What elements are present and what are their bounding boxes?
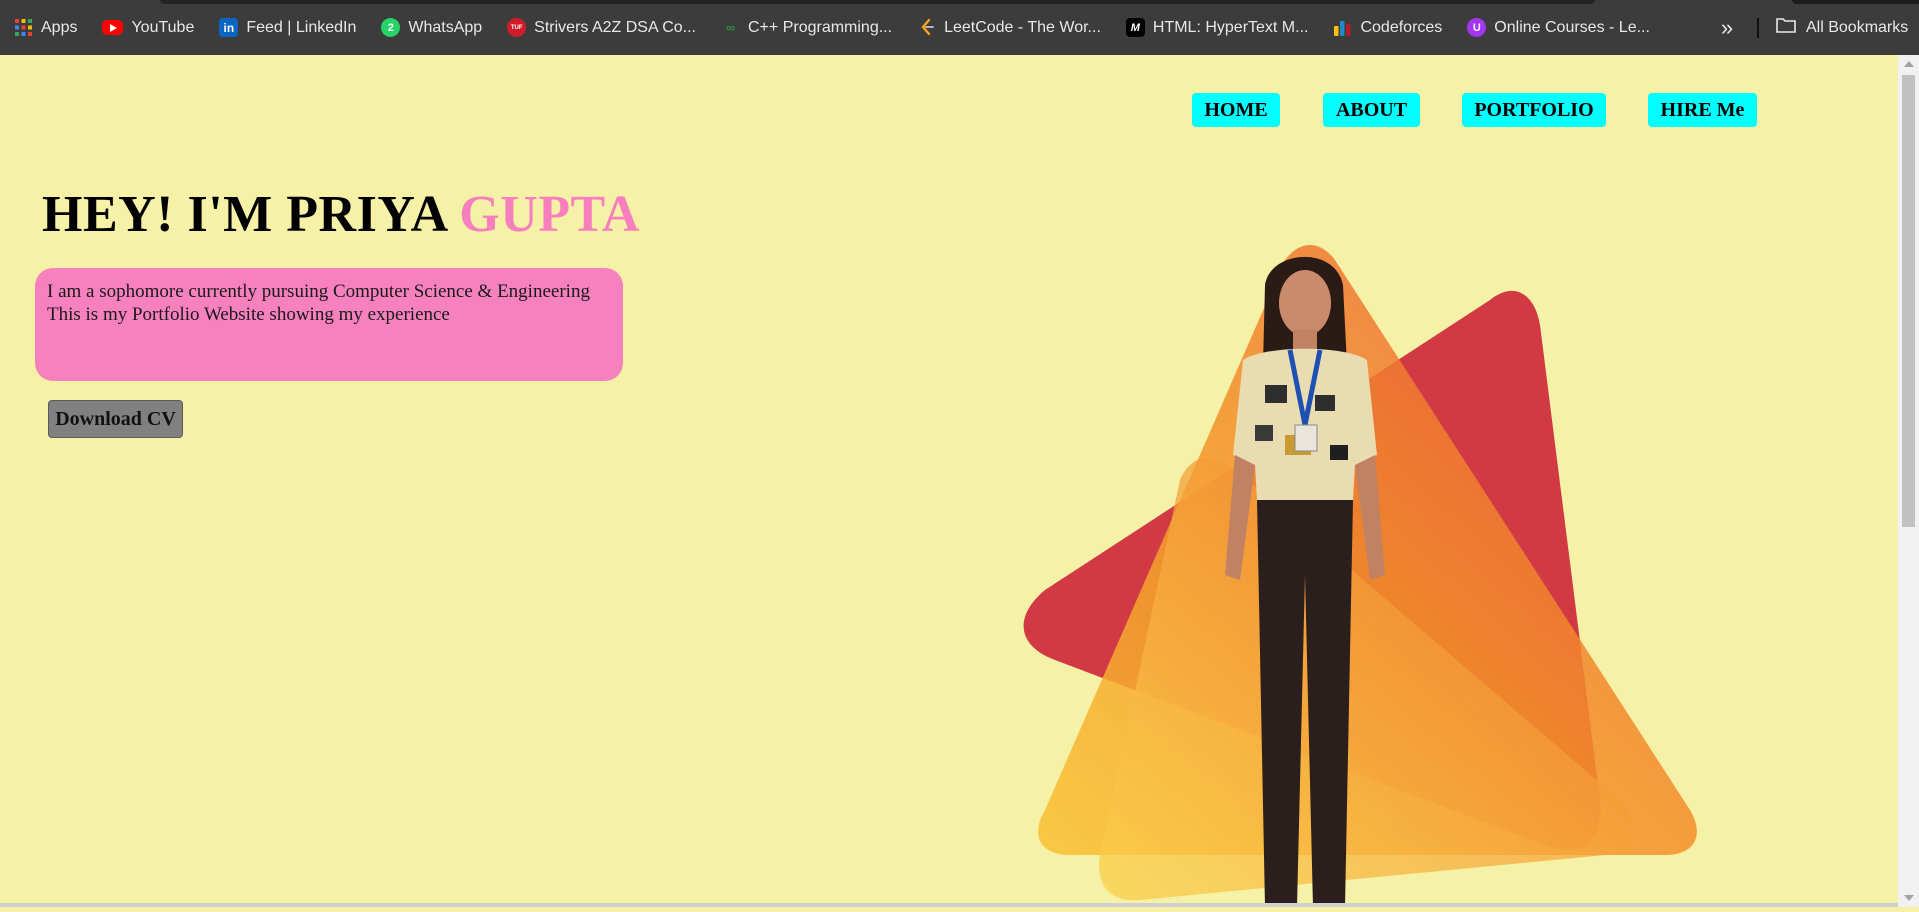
- horizontal-scrollbar[interactable]: [0, 903, 1898, 907]
- bookmark-label: Apps: [41, 18, 78, 36]
- all-bookmarks-label: All Bookmarks: [1806, 18, 1909, 36]
- bookmark-list: Apps YouTube in Feed | LinkedIn 2 WhatsA…: [14, 0, 1675, 55]
- bookmark-label: C++ Programming...: [748, 18, 893, 36]
- bookmark-whatsapp[interactable]: 2 WhatsApp: [381, 18, 482, 37]
- hero-artwork: [1000, 240, 1720, 912]
- scrollbar-thumb[interactable]: [1902, 75, 1915, 527]
- portrait-image: [1225, 256, 1385, 907]
- nav-about-button[interactable]: ABOUT: [1323, 93, 1420, 127]
- more-bookmarks-chevron-icon[interactable]: »: [1714, 0, 1740, 55]
- nav-hire-button[interactable]: HIRE Me: [1648, 93, 1757, 127]
- geeksforgeeks-icon: ∞: [725, 20, 736, 35]
- bookmarks-separator: [1757, 18, 1759, 38]
- bookmark-label: WhatsApp: [408, 18, 483, 36]
- bookmark-label: Online Courses - Le...: [1494, 18, 1650, 36]
- codeforces-icon: [1333, 18, 1352, 37]
- linkedin-icon: in: [219, 18, 239, 37]
- bookmark-strivers[interactable]: TUF Strivers A2Z DSA Co...: [507, 18, 696, 37]
- scroll-up-arrow-icon[interactable]: [1904, 61, 1914, 67]
- intro-card: I am a sophomore currently pursuing Comp…: [35, 268, 623, 381]
- bookmark-label: Strivers A2Z DSA Co...: [534, 18, 696, 36]
- takeuforward-icon: TUF: [507, 18, 527, 37]
- hero-title: HEY! I'M PRIYA GUPTA: [42, 185, 640, 244]
- youtube-icon: [102, 20, 124, 35]
- bookmarks-bar: Apps YouTube in Feed | LinkedIn 2 WhatsA…: [0, 0, 1919, 55]
- bookmark-label: Feed | LinkedIn: [246, 18, 357, 36]
- bookmark-cpp[interactable]: ∞ C++ Programming...: [721, 18, 892, 37]
- scroll-down-arrow-icon[interactable]: [1904, 895, 1914, 901]
- bookmark-udemy[interactable]: U Online Courses - Le...: [1467, 18, 1650, 37]
- bookmark-leetcode[interactable]: LeetCode - The Wor...: [917, 18, 1101, 37]
- folder-icon: [1776, 17, 1796, 38]
- intro-line-2: This is my Portfolio Website showing my …: [47, 304, 450, 325]
- bookmark-apps[interactable]: Apps: [14, 18, 77, 37]
- bookmark-label: YouTube: [131, 18, 195, 36]
- bookmark-label: HTML: HyperText M...: [1152, 18, 1309, 36]
- download-cv-button[interactable]: Download CV: [48, 400, 183, 438]
- bookmark-mdn[interactable]: M HTML: HyperText M...: [1125, 18, 1309, 37]
- hero-title-main: HEY! I'M PRIYA: [42, 186, 460, 243]
- all-bookmarks-button[interactable]: All Bookmarks: [1776, 0, 1908, 55]
- vertical-scrollbar[interactable]: [1898, 55, 1919, 907]
- udemy-icon: U: [1467, 18, 1487, 37]
- whatsapp-icon: 2: [381, 18, 401, 37]
- leetcode-icon: [917, 18, 936, 37]
- bookmark-linkedin[interactable]: in Feed | LinkedIn: [219, 18, 356, 37]
- bookmark-codeforces[interactable]: Codeforces: [1333, 18, 1442, 37]
- hero-title-accent: GUPTA: [459, 186, 640, 243]
- bookmark-youtube[interactable]: YouTube: [102, 19, 194, 37]
- mdn-icon: M: [1125, 18, 1145, 37]
- nav-portfolio-button[interactable]: PORTFOLIO: [1462, 93, 1606, 127]
- bookmark-label: LeetCode - The Wor...: [944, 18, 1101, 36]
- intro-line-1: I am a sophomore currently pursuing Comp…: [47, 281, 590, 302]
- nav-home-button[interactable]: HOME: [1192, 93, 1280, 127]
- apps-grid-icon: [14, 18, 33, 37]
- bookmark-label: Codeforces: [1360, 18, 1443, 36]
